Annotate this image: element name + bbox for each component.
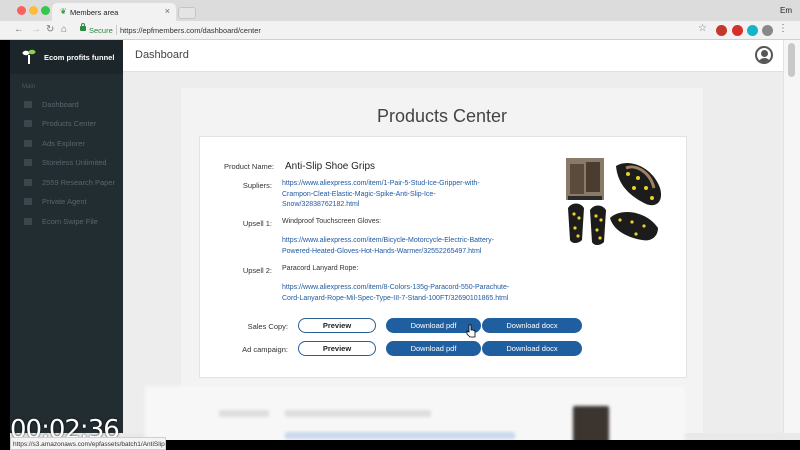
extension-icon[interactable] <box>762 25 773 36</box>
ad-campaign-label: Ad campaign: <box>242 345 288 354</box>
browser-address-bar: ← → ↻ ⌂ Secure https://epfmembers.com/da… <box>0 21 800 40</box>
folder-icon <box>24 140 32 147</box>
sidebar-item-ecom-swipe-file[interactable]: Ecom Swipe File <box>10 213 123 231</box>
sales-copy-download-docx-button[interactable]: Download docx <box>482 318 582 333</box>
ad-campaign-preview-button[interactable]: Preview <box>298 341 376 356</box>
ad-campaign-download-docx-button[interactable]: Download docx <box>482 341 582 356</box>
screen: ❦ Members area × Em ← → ↻ ⌂ Secure https… <box>0 0 800 450</box>
browser-tab[interactable]: ❦ Members area × <box>52 3 176 21</box>
product-name: Anti-Slip Shoe Grips <box>285 161 376 172</box>
reload-icon[interactable]: ↻ <box>46 24 54 36</box>
page-scrollbar[interactable] <box>783 40 800 433</box>
back-arrow-icon[interactable]: ← <box>14 24 24 36</box>
sidebar-item-label: Dashboard <box>42 100 79 109</box>
blurred-text <box>219 410 269 417</box>
extension-icon[interactable] <box>716 25 727 36</box>
secure-label: Secure <box>89 26 113 35</box>
minimize-window-button[interactable] <box>29 6 38 15</box>
user-body-icon <box>758 58 771 62</box>
upsell-2-label: Upsell 2: <box>242 266 272 275</box>
sidebar-item-label: 2559 Research Paper <box>42 178 115 187</box>
upsell-2-name: Paracord Lanyard Rope: <box>282 265 359 272</box>
sidebar-item-private-agent[interactable]: Private Agent <box>10 193 123 211</box>
product-card: Product Name: Anti-Slip Shoe Grips Supli… <box>199 136 687 378</box>
dashboard-icon <box>24 101 32 108</box>
suppliers-label: Supliers: <box>242 181 272 190</box>
ad-campaign-download-pdf-button[interactable]: Download pdf <box>386 341 481 356</box>
leaf-favicon-icon: ❦ <box>60 7 67 16</box>
product-image <box>566 158 662 245</box>
page-header: Dashboard <box>123 40 783 72</box>
sidebar-item-label: Storeless Unlimited <box>42 158 107 167</box>
forward-arrow-icon[interactable]: → <box>31 24 41 36</box>
extension-icon[interactable] <box>732 25 743 36</box>
sidebar-item-label: Ads Explorer <box>42 139 85 148</box>
leaf-logo-icon <box>22 49 36 64</box>
sales-copy-preview-button[interactable]: Preview <box>298 318 376 333</box>
blurred-text <box>285 432 515 439</box>
sidebar: Ecom profits funnel Main Dashboard Produ… <box>10 40 123 433</box>
bank-icon <box>24 159 32 166</box>
folder-icon <box>24 120 32 127</box>
upsell-1-link[interactable]: https://www.aliexpress.com/item/Bicycle-… <box>282 236 494 257</box>
page-title: Dashboard <box>135 49 189 61</box>
sidebar-item-storeless-unlimited[interactable]: Storeless Unlimited <box>10 154 123 172</box>
sidebar-item-label: Products Center <box>42 119 97 128</box>
user-head-icon <box>761 50 768 57</box>
document-icon <box>24 179 32 186</box>
sales-copy-label: Sales Copy: <box>247 322 288 331</box>
sidebar-item-products-center[interactable]: Products Center <box>10 115 123 133</box>
sidebar-item-ads-explorer[interactable]: Ads Explorer <box>10 135 123 153</box>
maximize-window-button[interactable] <box>41 6 50 15</box>
link-status-bar: https://s3.amazonaws.com/epfassets/batch… <box>10 437 166 450</box>
products-center-heading: Products Center <box>376 106 508 126</box>
hand-cursor-icon <box>466 324 476 338</box>
tab-title: Members area <box>70 8 119 17</box>
upsell-1-label: Upsell 1: <box>242 219 272 228</box>
close-window-button[interactable] <box>17 6 26 15</box>
menu-heading: Main <box>22 84 36 90</box>
frame-left <box>0 40 10 450</box>
product-name-label: Product Name: <box>223 162 274 171</box>
url-separator <box>116 25 117 35</box>
products-panel: Products Center Product Name: Anti-Slip … <box>181 88 703 433</box>
browser-tab-bar: ❦ Members area × Em <box>0 0 800 21</box>
profile-label[interactable]: Em <box>780 6 792 15</box>
sidebar-item-research-paper[interactable]: 2559 Research Paper <box>10 174 123 192</box>
brand-name: Ecom profits funnel <box>44 53 115 62</box>
user-icon <box>24 198 32 205</box>
logo-area[interactable]: Ecom profits funnel <box>10 40 123 74</box>
main-content: Products Center Product Name: Anti-Slip … <box>123 72 783 433</box>
sidebar-item-label: Ecom Swipe File <box>42 217 98 226</box>
sidebar-item-dashboard[interactable]: Dashboard <box>10 96 123 114</box>
upsell-1-name: Windproof Touchscreen Gloves: <box>282 218 382 225</box>
avatar[interactable] <box>755 46 773 64</box>
bookmark-star-icon[interactable]: ☆ <box>698 23 707 34</box>
new-tab-button[interactable] <box>178 7 196 19</box>
upsell-2-link[interactable]: https://www.aliexpress.com/item/8-Colors… <box>282 283 509 304</box>
blurred-text <box>285 410 431 417</box>
scrollbar-thumb[interactable] <box>788 43 795 77</box>
url-input[interactable]: https://epfmembers.com/dashboard/center <box>120 26 261 35</box>
file-icon <box>24 218 32 225</box>
extension-icon[interactable] <box>747 25 758 36</box>
close-tab-icon[interactable]: × <box>165 6 170 16</box>
supplier-link[interactable]: https://www.aliexpress.com/item/1-Pair-5… <box>282 179 480 211</box>
home-icon[interactable]: ⌂ <box>61 24 67 36</box>
sidebar-item-label: Private Agent <box>42 197 87 206</box>
lock-icon <box>80 23 86 31</box>
browser-menu-icon[interactable]: ⋮ <box>778 23 788 34</box>
